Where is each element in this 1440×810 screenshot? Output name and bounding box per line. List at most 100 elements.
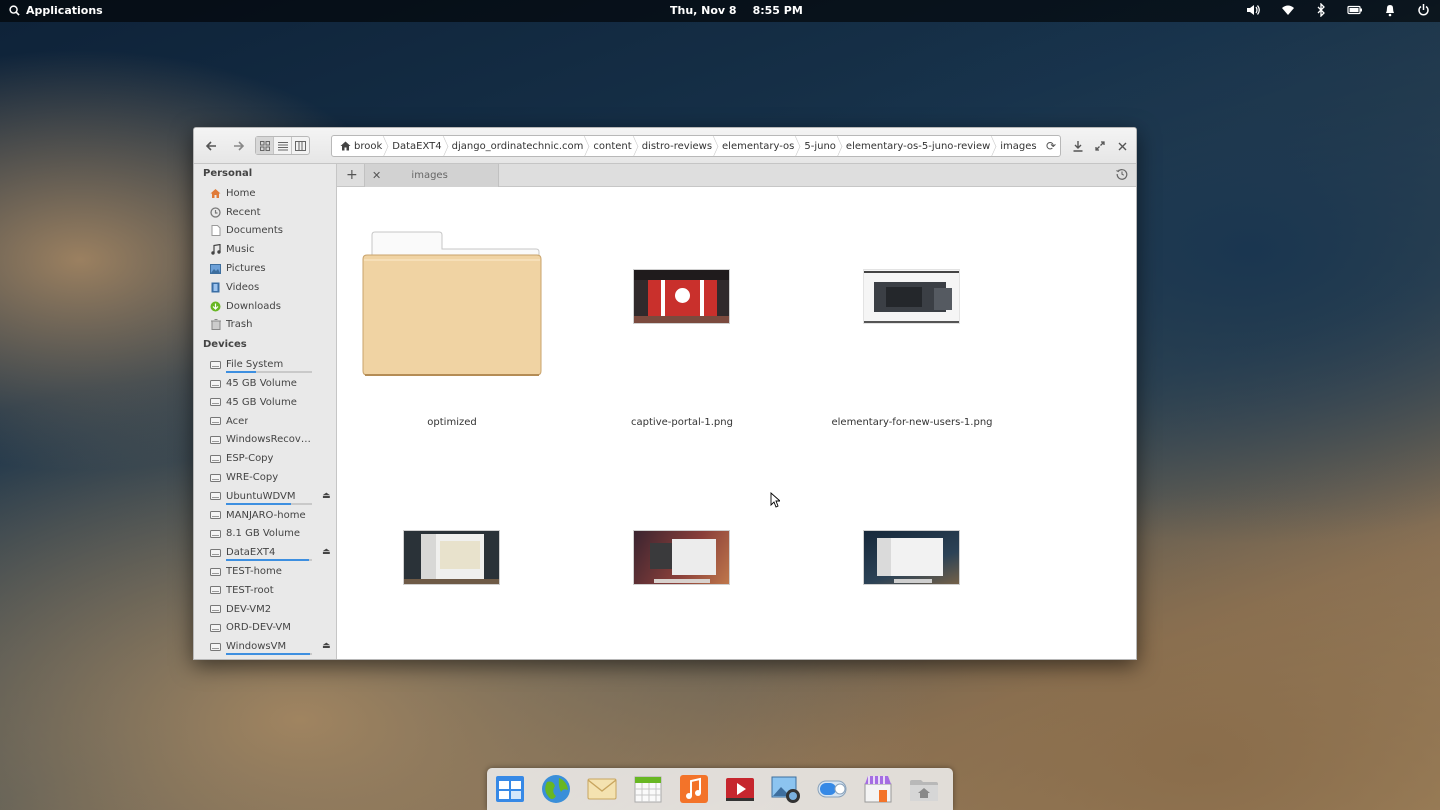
sidebar-item-label: TEST-root [226, 584, 274, 596]
breadcrumb-label: elementary-os-5-juno-review [845, 140, 991, 152]
breadcrumb-label: DataEXT4 [392, 140, 442, 152]
close-tab-icon[interactable]: ✕ [372, 169, 381, 182]
sidebar-item-device[interactable]: MANJARO-home [194, 506, 336, 525]
sidebar-item-device[interactable]: File System [194, 355, 336, 374]
forward-button[interactable] [230, 137, 248, 155]
power-icon[interactable] [1417, 3, 1430, 17]
files-icon[interactable] [493, 772, 527, 806]
web-browser-icon[interactable] [539, 772, 573, 806]
back-button[interactable] [202, 137, 220, 155]
file-manager-window: brook DataEXT4 django_ordinatechnic.com … [193, 127, 1137, 660]
sidebar-item-label: 45 GB Volume [226, 378, 297, 390]
sidebar-item-label: Music [226, 244, 255, 256]
eject-icon[interactable]: ⏏ [322, 641, 331, 651]
maximize-button[interactable] [1091, 137, 1109, 155]
sidebar-item-documents[interactable]: Documents [194, 222, 336, 241]
sidebar-item-device[interactable]: UbuntuWDVM ⏏ [194, 487, 336, 506]
sidebar-item-pictures[interactable]: Pictures [194, 259, 336, 278]
sidebar-item-device[interactable]: 45 GB Volume [194, 393, 336, 412]
sidebar-item-recent[interactable]: Recent [194, 203, 336, 222]
breadcrumb[interactable]: 5-juno [800, 136, 842, 156]
applications-menu[interactable]: Applications [9, 4, 103, 17]
reload-icon[interactable]: ⟳ [1046, 139, 1056, 153]
search-icon [9, 5, 20, 16]
columns-icon [295, 140, 306, 151]
operations-button[interactable] [1069, 137, 1087, 155]
breadcrumb[interactable]: django_ordinatechnic.com [448, 136, 590, 156]
maximize-icon [1095, 141, 1105, 151]
eject-icon[interactable]: ⏏ [322, 547, 331, 557]
sidebar-item-label: UbuntuWDVM [226, 490, 296, 502]
column-view-button[interactable] [292, 137, 309, 154]
sidebar-item-device[interactable]: DataEXT4 ⏏ [194, 543, 336, 562]
wifi-icon[interactable] [1281, 3, 1295, 17]
breadcrumb[interactable]: DataEXT4 [388, 136, 447, 156]
sidebar-item-label: Documents [226, 225, 284, 237]
photos-icon[interactable] [769, 772, 803, 806]
sidebar-item-device[interactable]: WRE-Copy [194, 468, 336, 487]
bluetooth-icon[interactable] [1316, 3, 1326, 17]
sidebar-item-device[interactable]: DEV-VM2 [194, 600, 336, 619]
videos-icon[interactable] [723, 772, 757, 806]
sidebar-item-downloads[interactable]: Downloads [194, 297, 336, 316]
file-item-image[interactable] [582, 486, 782, 646]
sidebar-item-device[interactable]: 8.1 GB Volume [194, 525, 336, 544]
location-bar[interactable]: brook DataEXT4 django_ordinatechnic.com … [331, 135, 1061, 157]
breadcrumb[interactable]: content [589, 136, 637, 156]
sidebar-item-device[interactable]: ORD-DEV-VM [194, 619, 336, 638]
sidebar-item-label: WindowsRecoveryI... [226, 434, 314, 446]
calendar-icon[interactable] [631, 772, 665, 806]
eject-icon[interactable]: ⏏ [322, 491, 331, 501]
sidebar-item-device[interactable]: TEST-home [194, 562, 336, 581]
close-button[interactable] [1113, 137, 1131, 155]
sidebar-item-trash[interactable]: Trash [194, 316, 336, 335]
tab-images[interactable]: ✕ images [364, 164, 499, 187]
sidebar-item-device[interactable]: WindowsVM ⏏ [194, 637, 336, 656]
breadcrumb[interactable]: elementary-os [718, 136, 800, 156]
applications-label: Applications [26, 4, 103, 17]
sidebar-item-videos[interactable]: Videos [194, 278, 336, 297]
sidebar-item-device[interactable]: ESP-Copy [194, 449, 336, 468]
appcenter-icon[interactable] [861, 772, 895, 806]
dock [487, 768, 953, 810]
file-name: optimized [427, 417, 477, 428]
grid-view-button[interactable] [256, 137, 274, 154]
system-settings-icon[interactable] [815, 772, 849, 806]
file-item-image[interactable] [352, 486, 552, 646]
sidebar-item-device[interactable]: TEST-root [194, 581, 336, 600]
mail-icon[interactable] [585, 772, 619, 806]
breadcrumb[interactable]: elementary-os-5-juno-review [842, 136, 996, 156]
sidebar-item-label: 8.1 GB Volume [226, 528, 301, 540]
storage-usage-fill [226, 653, 311, 656]
sidebar-section-devices: Devices [203, 339, 247, 351]
sidebar-item-device[interactable]: 45 GB Volume [194, 374, 336, 393]
sidebar-item-device[interactable]: Acer [194, 412, 336, 431]
battery-icon[interactable] [1347, 3, 1363, 17]
recent-icon [210, 207, 221, 218]
home-folder-icon[interactable] [907, 772, 941, 806]
home-icon [340, 141, 351, 151]
file-item-image[interactable]: elementary-for-new-users-1.png [812, 225, 1012, 428]
sidebar-item-home[interactable]: Home [194, 184, 336, 203]
music-icon[interactable] [677, 772, 711, 806]
file-item-image[interactable]: captive-portal-1.png [582, 225, 782, 428]
file-item-folder[interactable]: optimized [352, 225, 552, 428]
new-tab-button[interactable]: + [346, 167, 358, 183]
notifications-icon[interactable] [1384, 3, 1396, 17]
breadcrumb[interactable]: distro-reviews [638, 136, 718, 156]
volume-icon[interactable] [1246, 3, 1260, 17]
sidebar-item-label: ORD-DEV-VM [226, 622, 291, 634]
file-item-image[interactable] [812, 486, 1012, 646]
image-thumbnail [863, 530, 960, 585]
sidebar-item-device[interactable]: WindowsRecoveryI... [194, 431, 336, 450]
list-view-button[interactable] [274, 137, 292, 154]
image-thumbnail [863, 269, 960, 324]
top-panel: Applications Thu, Nov 8 8:55 PM [0, 0, 1440, 22]
clock[interactable]: Thu, Nov 8 8:55 PM [670, 4, 803, 17]
history-icon[interactable] [1116, 168, 1128, 183]
drive-icon [210, 491, 221, 502]
sidebar-item-music[interactable]: Music [194, 240, 336, 259]
breadcrumb-home[interactable]: brook [336, 136, 388, 156]
breadcrumb-current[interactable]: images [996, 136, 1042, 156]
breadcrumb-label: content [593, 140, 632, 152]
